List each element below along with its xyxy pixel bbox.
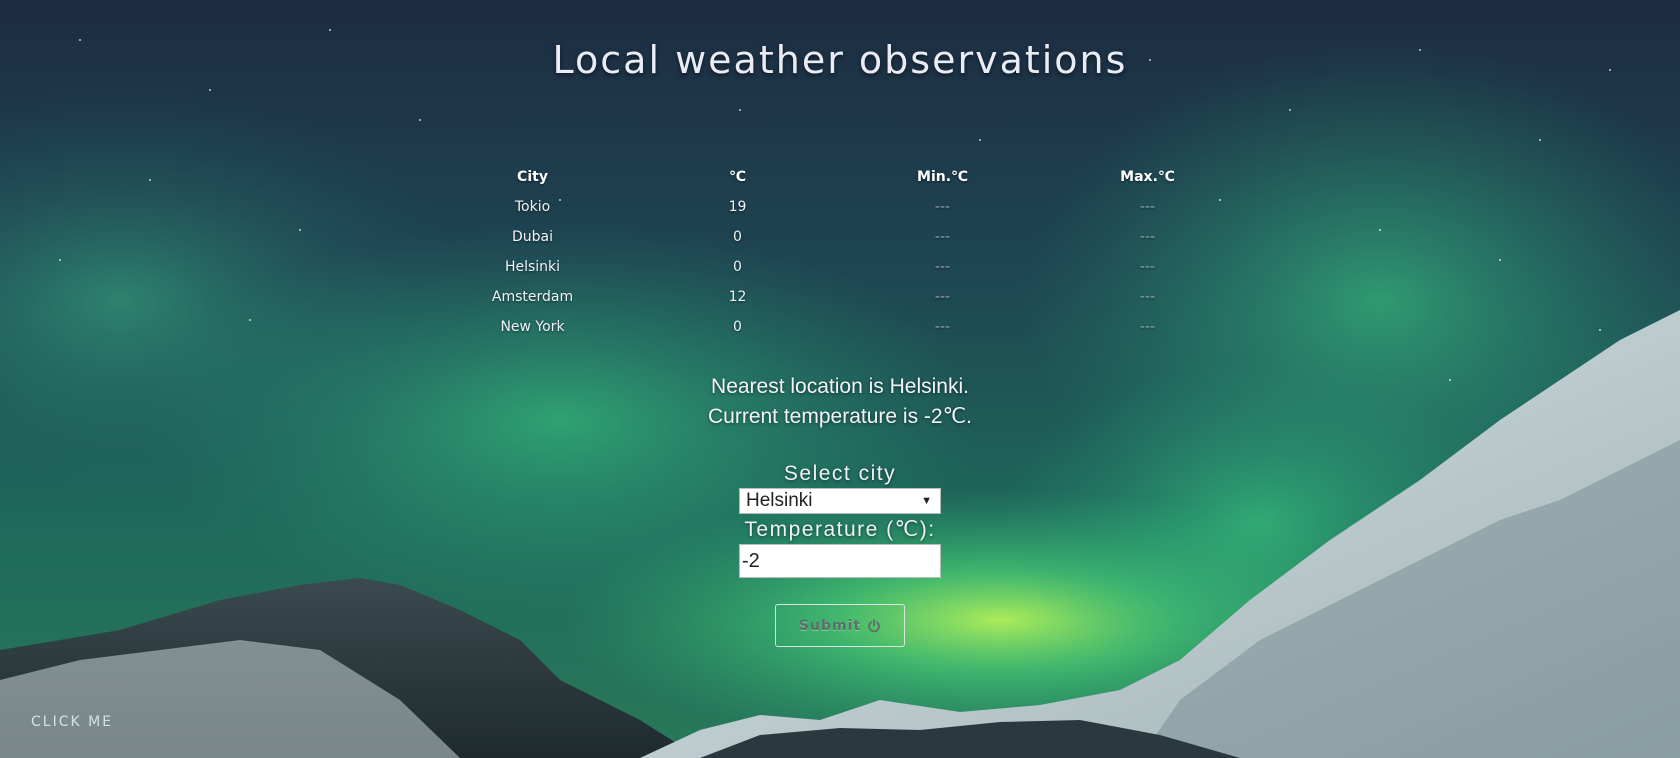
- weather-table: City ℃ Min.℃ Max.℃ Tokio 19 --- --- Duba…: [430, 162, 1250, 342]
- cell-temperature: 19: [728, 199, 747, 215]
- table-row: Amsterdam 12 --- ---: [430, 282, 1250, 312]
- cell-max: ---: [1139, 319, 1156, 335]
- nearest-location-info: Nearest location is Helsinki. Current te…: [0, 372, 1680, 432]
- power-icon: [867, 618, 881, 633]
- submit-button[interactable]: Submit: [775, 604, 905, 647]
- column-header-min: Min.℃: [917, 169, 968, 185]
- cell-min: ---: [934, 199, 951, 215]
- cell-min: ---: [934, 319, 951, 335]
- dropdown-arrow-icon: ▼: [921, 495, 932, 507]
- column-header-city: City: [517, 169, 548, 185]
- cell-min: ---: [934, 289, 951, 305]
- city-select[interactable]: Helsinki ▼: [739, 488, 941, 514]
- cell-city: Helsinki: [504, 259, 561, 275]
- column-header-max: Max.℃: [1120, 169, 1175, 185]
- cell-temperature: 0: [733, 229, 742, 245]
- cell-city: Amsterdam: [491, 289, 574, 305]
- cell-temperature: 0: [733, 259, 742, 275]
- column-header-temperature: ℃: [729, 169, 746, 185]
- table-row: New York 0 --- ---: [430, 312, 1250, 342]
- table-header-row: City ℃ Min.℃ Max.℃: [430, 162, 1250, 192]
- city-select-value: Helsinki: [746, 490, 813, 511]
- cell-city: New York: [500, 319, 565, 335]
- table-row: Helsinki 0 --- ---: [430, 252, 1250, 282]
- cell-min: ---: [934, 229, 951, 245]
- select-city-label: Select city: [783, 462, 897, 485]
- cell-max: ---: [1139, 199, 1156, 215]
- cell-city: Tokio: [514, 199, 551, 215]
- temperature-label: Temperature (℃):: [744, 518, 936, 541]
- submit-button-label: Submit: [798, 617, 862, 634]
- cell-max: ---: [1139, 229, 1156, 245]
- temperature-input[interactable]: [739, 544, 941, 578]
- cell-max: ---: [1139, 259, 1156, 275]
- cell-city: Dubai: [511, 229, 553, 245]
- nearest-location-text: Nearest location is Helsinki.: [711, 375, 969, 398]
- cell-temperature: 12: [728, 289, 747, 305]
- page-title: Local weather observations: [552, 38, 1128, 82]
- cell-min: ---: [934, 259, 951, 275]
- cell-max: ---: [1139, 289, 1156, 305]
- observation-form: Select city Helsinki ▼ Temperature (℃): …: [0, 460, 1680, 647]
- click-me-link[interactable]: CLICK ME: [31, 714, 113, 730]
- cell-temperature: 0: [733, 319, 742, 335]
- current-temperature-text: Current temperature is -2℃.: [707, 405, 972, 428]
- table-row: Tokio 19 --- ---: [430, 192, 1250, 222]
- page-content: Local weather observations City ℃ Min.℃ …: [0, 0, 1680, 758]
- table-row: Dubai 0 --- ---: [430, 222, 1250, 252]
